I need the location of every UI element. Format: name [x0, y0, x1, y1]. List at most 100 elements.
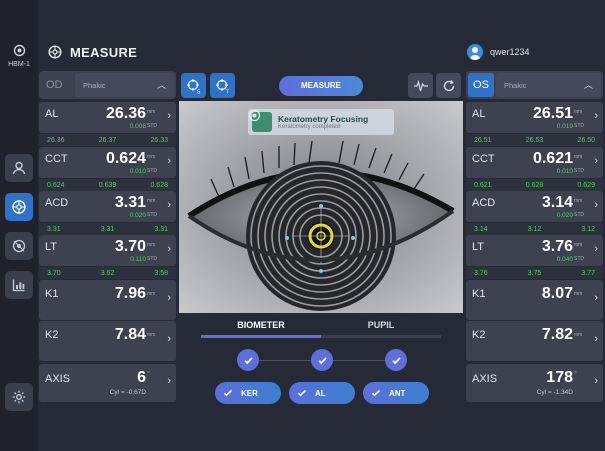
waveform-button[interactable]	[408, 73, 433, 98]
chevron-right-icon: ›	[594, 375, 598, 387]
od-lt-card[interactable]: LT 3.70 mm 0.110 STD ›	[39, 235, 176, 266]
chevron-right-icon: ›	[167, 292, 171, 304]
od-al-card[interactable]: AL 26.36 mm 0.008 STD ›	[39, 102, 176, 133]
target-icon	[248, 109, 272, 132]
od-eye-selector: OD Phakic ︿	[39, 71, 176, 99]
refresh-icon	[443, 79, 454, 91]
nav-patient[interactable]	[5, 154, 33, 182]
os-al-reading: 26.51	[474, 136, 492, 144]
os-lt-reading: 3.77	[581, 269, 595, 277]
od-cyl-value: Cyl = -0.67D	[109, 389, 146, 396]
nav-eye-view[interactable]	[5, 232, 33, 260]
od-k1-value: 7.96	[114, 285, 146, 302]
chevron-right-icon: ›	[167, 243, 171, 255]
user-name[interactable]: qwer1234	[490, 47, 530, 57]
os-eye-selector: OS Phakic ︿	[466, 71, 603, 99]
od-acd-value: 3.31	[114, 194, 146, 211]
os-cct-std-label: STD	[574, 168, 584, 174]
check-icon	[391, 356, 401, 364]
chevron-right-icon: ›	[594, 333, 598, 345]
os-al-std-label: STD	[574, 123, 584, 129]
od-axis-label: AXIS	[45, 373, 71, 385]
os-cyl-value: Cyl = -1.34D	[536, 389, 573, 396]
al-toggle[interactable]: AL	[289, 382, 355, 404]
os-k2-value: 7.82	[541, 326, 573, 343]
os-acd-card[interactable]: ACD 3.14 mm 0.020 STD ›	[466, 191, 603, 222]
os-cct-value: 0.621	[532, 150, 573, 167]
od-cct-unit: mm	[147, 154, 156, 160]
ant-toggle[interactable]: ANT	[363, 382, 429, 404]
od-lens-value: Phakic	[83, 80, 106, 90]
progress-steps	[179, 349, 463, 371]
od-k2-unit: mm	[147, 332, 156, 338]
step-complete	[311, 349, 333, 371]
od-acd-card[interactable]: ACD 3.31 mm 0.020 STD ›	[39, 191, 176, 222]
tool-s-badge: S	[197, 89, 201, 94]
os-acd-std: 0.020	[556, 212, 573, 219]
od-lt-readings: 3.70 3.62 3.58	[39, 267, 176, 279]
chart-icon	[12, 279, 25, 292]
measure-button[interactable]: MEASURE	[279, 76, 363, 96]
os-k2-unit: mm	[574, 332, 583, 338]
os-k1-unit: mm	[574, 291, 583, 297]
eye-od-toggle[interactable]: OD	[39, 79, 73, 91]
od-acd-std-label: STD	[147, 212, 157, 218]
header-bar: MEASURE qwer1234	[38, 38, 605, 66]
nav-settings[interactable]	[5, 383, 33, 411]
focus-status-banner: Keratometry Focusing Keratometry complet…	[248, 109, 394, 135]
os-panel: OS Phakic ︿ AL 26.51 mm 0.019 STD › 26.5…	[466, 71, 603, 402]
od-acd-std: 0.020	[129, 212, 146, 219]
od-acd-reading: 3.31	[154, 225, 168, 233]
od-cct-label: CCT	[45, 153, 68, 165]
waveform-icon	[413, 79, 428, 91]
os-k1-value: 8.07	[541, 285, 573, 302]
tool-t-button[interactable]: T	[210, 73, 235, 98]
od-lt-reading: 3.70	[47, 269, 61, 277]
os-al-card[interactable]: AL 26.51 mm 0.019 STD ›	[466, 102, 603, 133]
chevron-right-icon: ›	[594, 155, 598, 167]
avatar[interactable]	[467, 44, 483, 60]
od-lens-dropdown[interactable]: Phakic ︿	[75, 73, 174, 97]
eye-camera-view[interactable]: Keratometry Focusing Keratometry complet…	[179, 101, 463, 313]
chevron-right-icon: ›	[167, 333, 171, 345]
os-lt-card[interactable]: LT 3.76 mm 0.040 STD ›	[466, 235, 603, 266]
od-al-std: 0.008	[129, 123, 146, 130]
ker-toggle[interactable]: KER	[215, 382, 281, 404]
od-al-readings: 26.36 26.37 26.33	[39, 134, 176, 146]
os-acd-value: 3.14	[541, 194, 573, 211]
mode-pills: KER AL ANT	[179, 382, 463, 404]
crosshair-s-icon: S	[186, 78, 201, 94]
eye-os-toggle[interactable]: OS	[468, 73, 494, 97]
tab-pupil[interactable]: PUPIL	[321, 316, 441, 338]
os-lt-readings: 3.76 3.75 3.77	[466, 267, 603, 279]
tab-biometer[interactable]: BIOMETER	[201, 316, 321, 338]
os-axis-card[interactable]: AXIS 178 ° Cyl = -1.34D ›	[466, 364, 603, 402]
os-cct-card[interactable]: CCT 0.621 mm 0.010 STD ›	[466, 147, 603, 178]
nav-report[interactable]	[5, 271, 33, 299]
check-icon	[297, 389, 307, 397]
os-k1-card[interactable]: K1 8.07 mm ›	[466, 280, 603, 320]
os-k2-card[interactable]: K2 7.82 mm ›	[466, 321, 603, 361]
od-k1-card[interactable]: K1 7.96 mm ›	[39, 280, 176, 320]
od-axis-card[interactable]: AXIS 6 ° Cyl = -0.67D ›	[39, 364, 176, 402]
os-lens-dropdown[interactable]: Phakic ︿	[496, 73, 601, 97]
nav-measure[interactable]	[5, 193, 33, 221]
ker-label: KER	[241, 388, 258, 398]
os-cct-readings: 0.621 0.628 0.629	[466, 179, 603, 191]
eye-icon	[12, 239, 26, 253]
os-al-reading: 26.50	[577, 136, 595, 144]
od-k2-card[interactable]: K2 7.84 mm ›	[39, 321, 176, 361]
od-cct-std-label: STD	[147, 168, 157, 174]
os-axis-unit: °	[574, 371, 577, 378]
od-cct-value: 0.624	[105, 150, 146, 167]
chevron-right-icon: ›	[594, 110, 598, 122]
tool-s-button[interactable]: S	[181, 73, 206, 98]
os-cct-reading: 0.628	[525, 181, 544, 189]
od-acd-label: ACD	[45, 197, 69, 209]
od-cct-card[interactable]: CCT 0.624 mm 0.010 STD ›	[39, 147, 176, 178]
al-label: AL	[315, 388, 326, 398]
os-lt-unit: mm	[574, 242, 583, 248]
reset-button[interactable]	[436, 73, 461, 98]
os-acd-reading: 3.12	[581, 225, 595, 233]
device-icon	[3, 44, 35, 59]
